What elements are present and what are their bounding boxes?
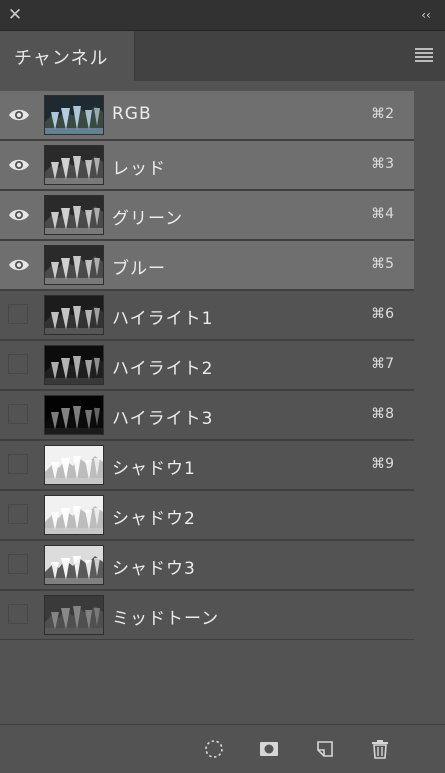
panel-footer bbox=[0, 724, 445, 773]
close-icon[interactable]: ✕ bbox=[6, 6, 24, 24]
tab-strip: チャンネル bbox=[0, 31, 445, 81]
visibility-eye-icon[interactable] bbox=[8, 204, 30, 226]
channel-shortcut: ⌘4 bbox=[371, 206, 394, 222]
visibility-eye-icon[interactable] bbox=[8, 104, 30, 126]
save-selection-icon[interactable] bbox=[257, 737, 281, 761]
channel-name: ハイライト1 bbox=[112, 309, 214, 329]
channel-name: シャドウ2 bbox=[112, 509, 196, 529]
tab-channels[interactable]: チャンネル bbox=[0, 31, 135, 81]
visibility-toggle-empty[interactable] bbox=[8, 604, 28, 624]
channel-thumbnail bbox=[44, 595, 104, 635]
channel-name: レッド bbox=[112, 159, 166, 179]
channel-shortcut: ⌘8 bbox=[371, 406, 394, 422]
channel-row[interactable]: シャドウ1 ⌘9 bbox=[0, 441, 414, 491]
channel-shortcut: ⌘9 bbox=[371, 456, 394, 472]
channels-panel: ✕ ‹‹ チャンネル RGB ⌘2 レッド ⌘3 グリーン ⌘4 ブルー ⌘5 … bbox=[0, 0, 445, 773]
channel-list: RGB ⌘2 レッド ⌘3 グリーン ⌘4 ブルー ⌘5 ハイライト1 ⌘6 ハ… bbox=[0, 91, 414, 641]
channel-name: ハイライト3 bbox=[112, 409, 214, 429]
channel-name: シャドウ3 bbox=[112, 559, 196, 579]
channel-shortcut: ⌘3 bbox=[371, 156, 394, 172]
channel-name: ミッドトーン bbox=[112, 609, 220, 629]
channel-thumbnail bbox=[44, 145, 104, 185]
visibility-eye-icon[interactable] bbox=[8, 154, 30, 176]
visibility-eye-icon[interactable] bbox=[8, 254, 30, 276]
channel-shortcut: ⌘5 bbox=[371, 256, 394, 272]
channel-shortcut: ⌘6 bbox=[371, 306, 394, 322]
collapse-icon[interactable]: ‹‹ bbox=[417, 6, 435, 24]
channel-row[interactable]: ハイライト2 ⌘7 bbox=[0, 341, 414, 391]
channel-row[interactable]: グリーン ⌘4 bbox=[0, 191, 414, 241]
scrollbar-track[interactable] bbox=[414, 91, 445, 721]
channel-thumbnail bbox=[44, 495, 104, 535]
channel-name: RGB bbox=[112, 104, 152, 124]
channel-thumbnail bbox=[44, 445, 104, 485]
channel-thumbnail bbox=[44, 345, 104, 385]
channel-row[interactable]: ミッドトーン bbox=[0, 591, 414, 641]
channel-thumbnail bbox=[44, 395, 104, 435]
visibility-toggle-empty[interactable] bbox=[8, 354, 28, 374]
visibility-toggle-empty[interactable] bbox=[8, 454, 28, 474]
channel-row[interactable]: シャドウ3 bbox=[0, 541, 414, 591]
channel-thumbnail bbox=[44, 195, 104, 235]
empty-list-area bbox=[0, 640, 414, 724]
channel-row[interactable]: ハイライト1 ⌘6 bbox=[0, 291, 414, 341]
panel-menu-icon[interactable] bbox=[415, 48, 433, 62]
channel-name: グリーン bbox=[112, 209, 184, 229]
channel-row[interactable]: シャドウ2 bbox=[0, 491, 414, 541]
visibility-toggle-empty[interactable] bbox=[8, 404, 28, 424]
visibility-toggle-empty[interactable] bbox=[8, 554, 28, 574]
channel-shortcut: ⌘7 bbox=[371, 356, 394, 372]
channel-thumbnail bbox=[44, 295, 104, 335]
channel-thumbnail bbox=[44, 545, 104, 585]
channel-shortcut: ⌘2 bbox=[371, 106, 394, 122]
channel-name: シャドウ1 bbox=[112, 459, 196, 479]
channel-thumbnail bbox=[44, 95, 104, 135]
channel-row[interactable]: ハイライト3 ⌘8 bbox=[0, 391, 414, 441]
new-channel-icon[interactable] bbox=[313, 737, 337, 761]
delete-channel-icon[interactable] bbox=[368, 737, 392, 761]
load-selection-icon[interactable] bbox=[202, 737, 226, 761]
channel-name: ブルー bbox=[112, 259, 166, 279]
channel-thumbnail bbox=[44, 245, 104, 285]
channel-row[interactable]: ブルー ⌘5 bbox=[0, 241, 414, 291]
channel-row[interactable]: レッド ⌘3 bbox=[0, 141, 414, 191]
visibility-toggle-empty[interactable] bbox=[8, 504, 28, 524]
tab-channels-label: チャンネル bbox=[14, 48, 109, 69]
panel-title-bar: ✕ ‹‹ bbox=[0, 0, 445, 31]
channel-row[interactable]: RGB ⌘2 bbox=[0, 91, 414, 141]
visibility-toggle-empty[interactable] bbox=[8, 304, 28, 324]
channel-name: ハイライト2 bbox=[112, 359, 214, 379]
